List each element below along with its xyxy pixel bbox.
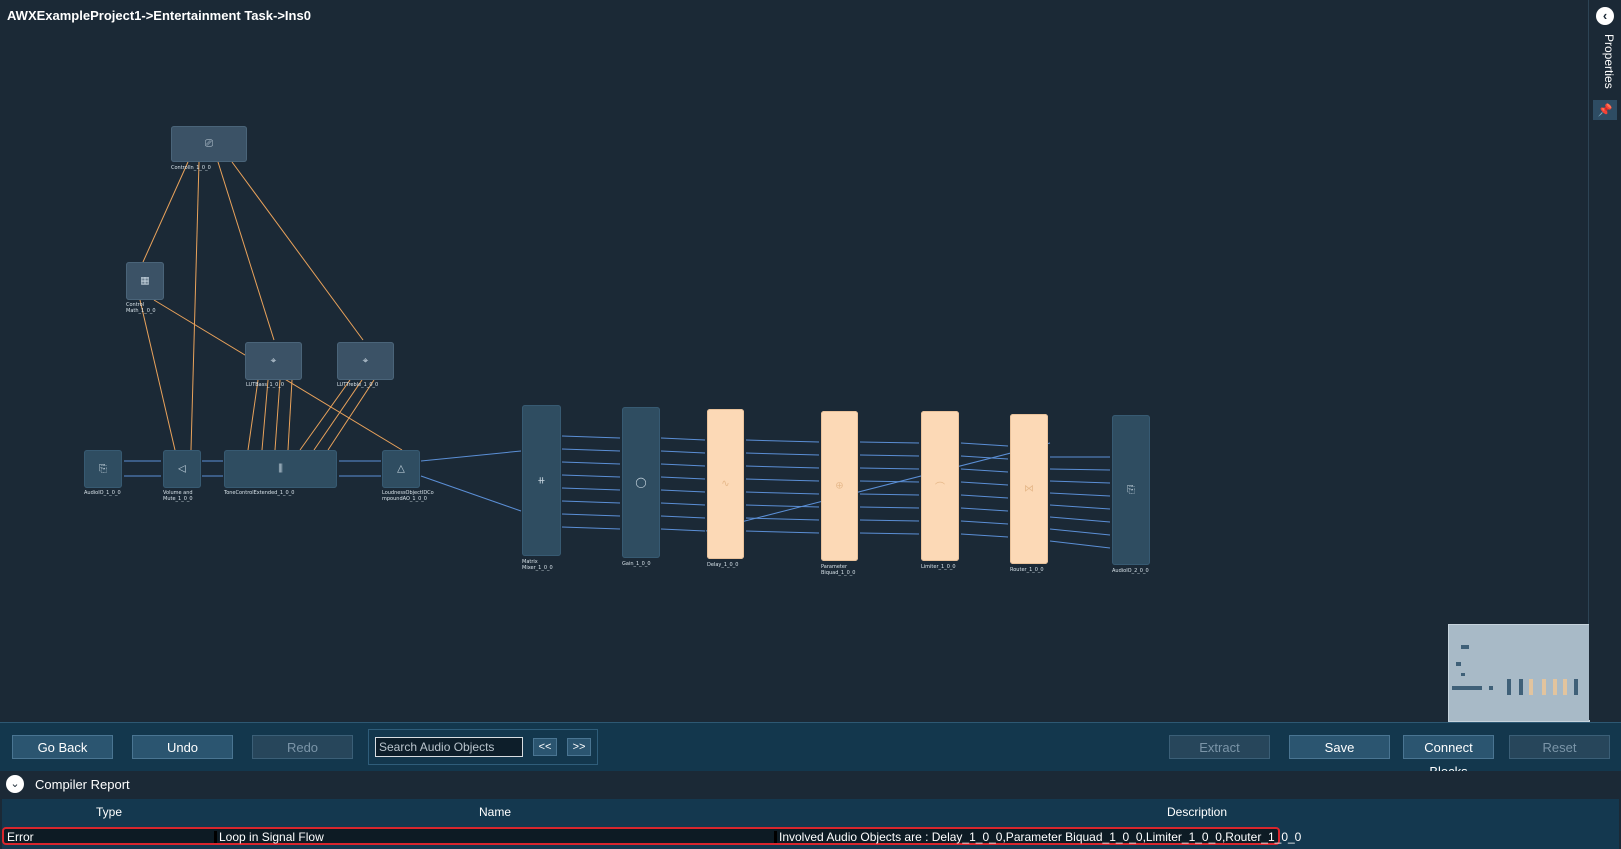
label-parameter-biquad: Parameter Biquad_1_0_0 <box>821 564 856 576</box>
chevron-left-icon[interactable]: ‹ <box>1596 7 1614 25</box>
minimap-block <box>1489 686 1493 690</box>
loop-feedback-wire <box>705 442 1051 532</box>
minimap[interactable] <box>1448 624 1590 722</box>
block-matrix-mixer[interactable]: ⧺ <box>522 405 561 556</box>
compiler-report-header: ⌄ Compiler Report <box>0 771 1621 799</box>
table-row[interactable]: Error Loop in Signal Flow Involved Audio… <box>2 827 1301 845</box>
column-header-name: Name <box>479 805 512 819</box>
mixer-icon: ⧺ <box>537 475 546 486</box>
label-control-in: ControlIn_1_0_0 <box>171 165 211 171</box>
properties-rail: ‹ Properties 📌 <box>1589 0 1621 720</box>
cell-description: Involved Audio Objects are : Delay_1_0_0… <box>779 830 1302 844</box>
block-parameter-biquad[interactable]: ⊕ <box>821 411 858 561</box>
label-audio-io-out: AudioIO_2_0_0 <box>1112 568 1149 574</box>
minimap-block <box>1456 662 1461 666</box>
delay-icon: ∿ <box>721 478 730 490</box>
limiter-to-router <box>960 442 1009 538</box>
block-control-in[interactable]: ⎚ <box>171 126 247 162</box>
label-matrix-mixer: Matrix Mixer_1_0_0 <box>522 559 553 571</box>
router-to-output <box>1049 456 1111 549</box>
block-lut-treble[interactable]: ⌖ <box>337 342 394 380</box>
label-lut-treble: LUTTreble_1_0_0 <box>337 382 379 388</box>
shapes-icon: △ <box>397 463 405 475</box>
label-router: Router_1_0_0 <box>1010 567 1044 573</box>
label-lut-bass: LUTBass_1_0_0 <box>246 382 284 388</box>
mixer-to-gain <box>561 435 621 530</box>
minimap-block <box>1452 686 1482 690</box>
wires-layer <box>124 161 1111 549</box>
compiler-report-title: Compiler Report <box>35 777 130 792</box>
column-header-description: Description <box>1167 805 1228 819</box>
block-audio-io-out[interactable]: ⎘ <box>1112 415 1150 565</box>
search-input[interactable] <box>375 737 523 757</box>
minimap-block <box>1574 679 1578 695</box>
prev-result-button[interactable]: << <box>533 738 557 756</box>
biquad-to-limiter <box>859 441 920 535</box>
block-volume-mute[interactable]: ◁ <box>163 450 201 488</box>
label-loudness: LoudnessObjectIDCo mpoundAO_1_0_0 <box>382 490 434 502</box>
block-limiter[interactable]: ⌒ <box>921 411 959 561</box>
search-group: << >> <box>368 729 598 765</box>
block-gain[interactable]: ◯ <box>622 407 660 558</box>
go-back-button[interactable]: Go Back <box>12 735 113 759</box>
cell-name: Loop in Signal Flow <box>219 830 324 844</box>
extract-button[interactable]: Extract <box>1169 735 1270 759</box>
undo-button[interactable]: Undo <box>132 735 233 759</box>
column-separator <box>214 831 217 843</box>
minimap-block <box>1529 679 1533 695</box>
reset-button[interactable]: Reset <box>1509 735 1610 759</box>
pin-icon[interactable]: 📌 <box>1593 100 1617 120</box>
label-audio-io-in: AudioIO_1_0_0 <box>84 490 121 496</box>
block-tone-control[interactable]: ⫼ <box>224 450 337 488</box>
block-loudness[interactable]: △ <box>382 450 420 488</box>
column-header-type: Type <box>96 805 123 819</box>
minimap-block <box>1519 679 1523 695</box>
chevron-down-icon[interactable]: ⌄ <box>6 775 24 793</box>
label-limiter: Limiter_1_0_0 <box>921 564 956 570</box>
label-tone-control: ToneControlExtended_1_0_0 <box>224 490 295 496</box>
save-button[interactable]: Save <box>1289 735 1390 759</box>
gain-to-delay <box>660 437 706 532</box>
connect-blocks-button[interactable]: Connect Blocks <box>1403 735 1494 779</box>
toolbar: Go Back Undo Redo << >> Extract Save Con… <box>0 722 1621 779</box>
audio-io-icon: ⎘ <box>99 463 107 475</box>
column-separator <box>774 831 777 843</box>
label-volume-mute: Volume and Mute_1_0_0 <box>163 490 193 502</box>
minimap-block <box>1507 679 1511 695</box>
gain-icon: ◯ <box>635 477 647 488</box>
label-gain: Gain_1_0_0 <box>622 561 651 567</box>
control-wires <box>139 161 403 451</box>
tone-control-icon: ⫼ <box>278 463 283 475</box>
minimap-block <box>1542 679 1546 695</box>
control-in-icon: ⎚ <box>205 138 213 150</box>
block-delay[interactable]: ∿ <box>707 409 744 559</box>
audio-io-icon: ⎘ <box>1127 484 1135 496</box>
minimap-block <box>1553 679 1557 695</box>
calculator-icon: ▦ <box>140 275 150 287</box>
biquad-icon: ⊕ <box>835 480 844 492</box>
signal-flow-canvas[interactable]: AWXExampleProject1->Entertainment Task->… <box>0 0 1590 722</box>
label-delay: Delay_1_0_0 <box>707 562 739 568</box>
limiter-curve-icon: ⌒ <box>935 482 945 494</box>
label-control-math: Control Math_1_0_0 <box>126 302 156 314</box>
lut-icon: ⌖ <box>270 355 277 367</box>
lut-icon: ⌖ <box>362 355 369 367</box>
delay-to-biquad <box>745 439 820 534</box>
block-audio-io-in[interactable]: ⎘ <box>84 450 122 488</box>
minimap-block <box>1563 679 1567 695</box>
block-lut-bass[interactable]: ⌖ <box>245 342 302 380</box>
router-icon: ⋈ <box>1024 483 1034 495</box>
speaker-mute-icon: ◁ <box>178 463 186 475</box>
cell-type: Error <box>7 830 34 844</box>
next-result-button[interactable]: >> <box>567 738 591 756</box>
minimap-block <box>1461 645 1469 649</box>
block-router[interactable]: ⋈ <box>1010 414 1048 564</box>
minimap-block <box>1461 673 1465 676</box>
redo-button[interactable]: Redo <box>252 735 353 759</box>
block-control-math[interactable]: ▦ <box>126 262 164 300</box>
